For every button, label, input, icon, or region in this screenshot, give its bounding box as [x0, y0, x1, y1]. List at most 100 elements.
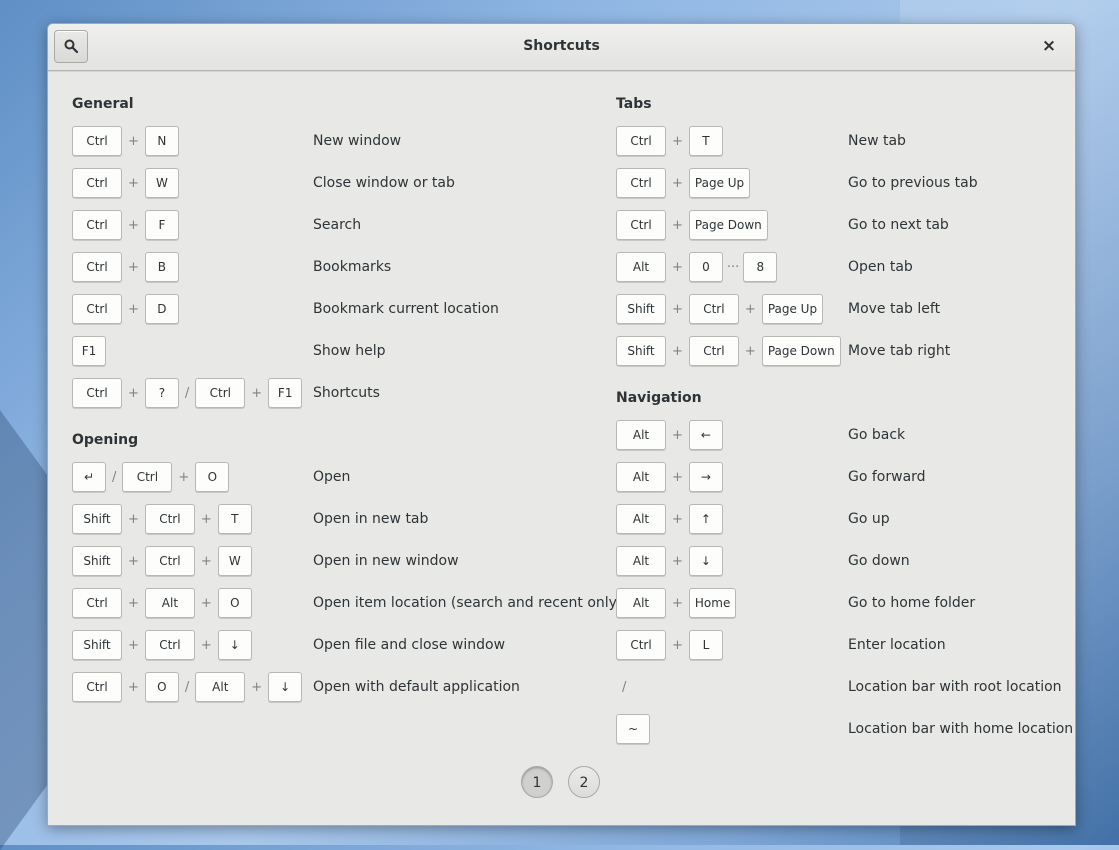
- shortcut-description: Location bar with home location: [848, 721, 1074, 737]
- shortcut-row: Ctrl + Page Up Go to previous tab: [616, 168, 1075, 200]
- key-separator: /: [184, 679, 190, 695]
- shortcut-row: Ctrl + B Bookmarks: [72, 252, 572, 284]
- keycap: Ctrl: [72, 378, 122, 408]
- keycap: Ctrl: [72, 210, 122, 240]
- keycap: Alt: [616, 588, 666, 618]
- keycap: Ctrl: [144, 546, 195, 576]
- shortcut-row: Shift + Ctrl + W Open in new window: [72, 546, 572, 578]
- shortcut-row: F1 Show help: [72, 336, 572, 368]
- key-separator: +: [672, 175, 683, 191]
- shortcut-description: New window: [313, 133, 402, 149]
- keycap: W: [217, 546, 252, 576]
- keycap: Page Up: [761, 294, 824, 324]
- shortcut-keys: Shift + Ctrl + T: [72, 504, 252, 534]
- keycap: Page Up: [688, 168, 751, 198]
- header-bar: Shortcuts ×: [48, 24, 1075, 71]
- shortcut-description: Go down: [848, 553, 910, 569]
- section-title-tabs: Tabs: [616, 96, 652, 112]
- shortcut-keys: Ctrl + Page Up: [616, 168, 751, 198]
- keycap: Shift: [616, 294, 666, 324]
- keycap: 0: [688, 252, 723, 282]
- shortcut-description: Bookmark current location: [313, 301, 499, 317]
- key-separator: +: [744, 343, 756, 359]
- shortcut-description: Open in new tab: [313, 511, 429, 527]
- keycap: W: [144, 168, 179, 198]
- keycap: Ctrl: [144, 504, 195, 534]
- shortcut-description: Enter location: [848, 637, 946, 653]
- window-title: Shortcuts: [523, 38, 600, 54]
- shortcut-description: Open in new window: [313, 553, 459, 569]
- shortcut-description: Show help: [313, 343, 386, 359]
- keycap: T: [217, 504, 252, 534]
- keycap: Ctrl: [72, 126, 122, 156]
- key-separator: /: [112, 469, 117, 485]
- shortcut-keys: Ctrl + W: [72, 168, 179, 198]
- key-separator: +: [251, 385, 263, 401]
- keycap: Shift: [616, 336, 666, 366]
- keycap: O: [217, 588, 252, 618]
- key-separator: ···: [726, 259, 740, 275]
- key-separator: +: [200, 511, 212, 527]
- keycap: O: [144, 672, 179, 702]
- keycap: Ctrl: [616, 126, 666, 156]
- shortcut-row: Shift + Ctrl + Page Up Move tab left: [616, 294, 1075, 326]
- shortcut-description: Open with default application: [313, 679, 520, 695]
- close-button[interactable]: ×: [1037, 34, 1061, 58]
- key-separator: +: [251, 679, 263, 695]
- shortcut-keys: Shift + Ctrl + W: [72, 546, 252, 576]
- shortcut-keys: Alt + ←: [616, 420, 723, 450]
- shortcut-description: Shortcuts: [313, 385, 380, 401]
- keycap: Shift: [72, 504, 122, 534]
- section-title-opening: Opening: [72, 432, 139, 448]
- keycap: Ctrl: [616, 210, 666, 240]
- shortcut-description: Go to next tab: [848, 217, 949, 233]
- key-separator: +: [200, 637, 212, 653]
- shortcut-row: Ctrl + T New tab: [616, 126, 1075, 158]
- shortcut-description: Close window or tab: [313, 175, 455, 191]
- shortcut-keys: /: [616, 672, 632, 702]
- shortcut-row: Ctrl + N New window: [72, 126, 572, 158]
- shortcut-keys: Alt + ↓: [616, 546, 723, 576]
- shortcut-description: Open file and close window: [313, 637, 506, 653]
- keycap: ↓: [688, 546, 723, 576]
- shortcut-row: Alt +0 ··· 8 Open tab: [616, 252, 1075, 284]
- shortcut-keys: F1: [72, 336, 106, 366]
- shortcut-description: Go forward: [848, 469, 926, 485]
- shortcut-row: Ctrl + W Close window or tab: [72, 168, 572, 200]
- key-separator: +: [128, 217, 139, 233]
- page-2-button[interactable]: 2: [568, 766, 600, 798]
- keycap: 8: [743, 252, 778, 282]
- keycap: Alt: [195, 672, 246, 702]
- key-separator: +: [128, 511, 139, 527]
- key-separator: +: [672, 553, 683, 569]
- shortcut-keys: ↵ / Ctrl + O: [72, 462, 230, 492]
- keycap: Ctrl: [616, 168, 666, 198]
- shortcut-keys: Alt +0 ··· 8: [616, 252, 778, 282]
- shortcut-row: / Location bar with root location: [616, 672, 1075, 704]
- shortcut-row: Shift + Ctrl + ↓ Open file and close window: [72, 630, 572, 662]
- key-separator: +: [672, 133, 683, 149]
- shortcut-description: Open: [313, 469, 351, 485]
- keycap: Alt: [144, 588, 195, 618]
- keycap: B: [144, 252, 179, 282]
- keycap: Ctrl: [72, 168, 122, 198]
- shortcut-keys: Shift + Ctrl + Page Up: [616, 294, 824, 324]
- shortcut-keys: Alt + →: [616, 462, 723, 492]
- keycap: Alt: [616, 252, 666, 282]
- shortcut-keys: Ctrl + Alt + O: [72, 588, 252, 618]
- shortcut-keys: Shift + Ctrl + Page Down: [616, 336, 841, 366]
- key-separator: /: [184, 385, 190, 401]
- keycap: Ctrl: [72, 294, 122, 324]
- key-separator: +: [672, 259, 683, 275]
- keycap: F: [144, 210, 179, 240]
- keycap: F1: [72, 336, 106, 366]
- keycap: →: [688, 462, 723, 492]
- shortcut-description: Search: [313, 217, 362, 233]
- key-separator: +: [128, 133, 139, 149]
- key-separator: +: [128, 259, 139, 275]
- page-1-button[interactable]: 1: [521, 766, 553, 798]
- key-separator: +: [128, 175, 139, 191]
- keycap: Page Down: [761, 336, 841, 366]
- keycap: Alt: [616, 546, 666, 576]
- key-separator: +: [200, 595, 212, 611]
